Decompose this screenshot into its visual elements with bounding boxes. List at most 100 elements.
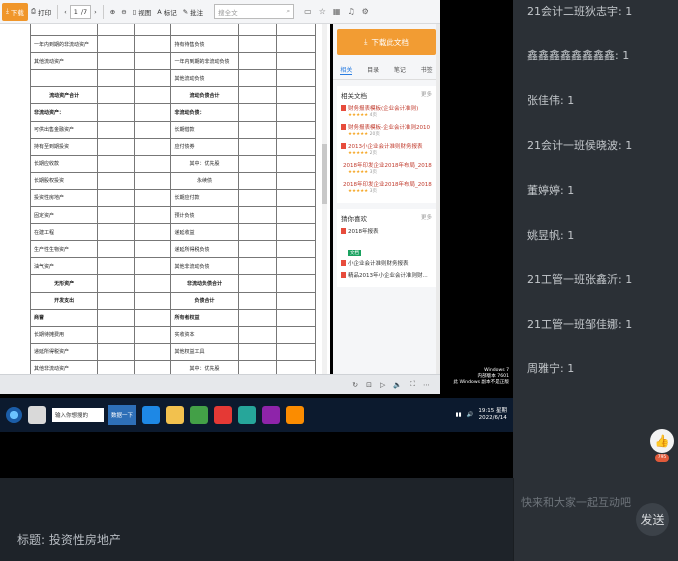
table-cell bbox=[97, 188, 135, 208]
table-cell bbox=[237, 137, 278, 156]
send-button[interactable]: 发送 bbox=[636, 503, 669, 536]
balance-sheet-table: 一年内到期的非流动资产 持有待售负债 其他流动资产 一年内到期的非流动负债 其他流动负债… bbox=[29, 24, 316, 374]
panel-title: 相关文档 bbox=[341, 92, 367, 100]
related-doc-item[interactable]: 2013小企业会计准则财务报表 ★★★★★ 2页 bbox=[341, 142, 432, 156]
zoom-out-icon[interactable]: ⊖ bbox=[118, 3, 129, 21]
annotate-button[interactable]: ✎ 批注 bbox=[180, 3, 206, 21]
zoom-in-icon[interactable]: ⊕ bbox=[107, 3, 118, 21]
mark-button[interactable]: A 标记 bbox=[154, 3, 179, 21]
page-count: 4页 bbox=[369, 113, 377, 118]
tab-bookmarks[interactable]: 书签 bbox=[421, 65, 433, 75]
tab-toc[interactable]: 目录 bbox=[367, 65, 379, 75]
doc-badge: 文档 bbox=[348, 250, 361, 256]
table-cell: 油气资产 bbox=[29, 257, 99, 276]
related-doc-item[interactable]: 财务报表模板-企业会计准则2010 ★★★★★ 20页 bbox=[341, 123, 432, 137]
table-row: 一年内到期的非流动资产 持有待售负债 bbox=[29, 35, 316, 54]
print-button[interactable]: ⎙ 打印 bbox=[28, 3, 54, 21]
chat-message: 21工管一班张鑫沂: 1 bbox=[527, 273, 633, 286]
related-doc-item[interactable]: 财务报表模板(企业会计准则) ★★★★★ 4页 bbox=[341, 104, 432, 118]
table-cell bbox=[276, 69, 316, 88]
tab-notes[interactable]: 笔记 bbox=[394, 65, 406, 75]
related-doc-item[interactable]: 2018年印发企业2018年布局_2018... ★★★★★ 3页 bbox=[341, 161, 432, 175]
taskbar-search[interactable]: 输入你想搜的 bbox=[52, 408, 104, 422]
divider bbox=[102, 4, 104, 19]
table-cell bbox=[133, 69, 172, 88]
more-link[interactable]: 更多 bbox=[421, 90, 432, 100]
table-cell bbox=[237, 69, 278, 88]
scroll-thumb[interactable] bbox=[322, 144, 327, 204]
table-cell bbox=[237, 240, 278, 259]
star-icon[interactable]: ☆ bbox=[319, 7, 326, 16]
taskbar-doc[interactable]: 数据一下 bbox=[108, 405, 137, 425]
table-cell bbox=[133, 35, 172, 54]
document-icon[interactable]: ▭ bbox=[304, 7, 312, 16]
grid-icon[interactable]: ▦ bbox=[333, 7, 341, 16]
printer-icon: ⎙ bbox=[30, 7, 37, 15]
page-input[interactable]: 1 /7 bbox=[69, 4, 92, 19]
table-cell: 长期借款 bbox=[170, 120, 239, 139]
app-icon[interactable] bbox=[28, 406, 46, 424]
table-cell: 非流动负债合计 bbox=[170, 274, 239, 293]
recommend-item[interactable]: 小企业会计准则财务报表 bbox=[341, 259, 432, 267]
download-button[interactable]: ⤓ 下载 bbox=[2, 2, 28, 21]
table-cell bbox=[97, 308, 135, 327]
start-button[interactable] bbox=[6, 407, 22, 423]
app-icon[interactable] bbox=[190, 406, 209, 424]
rating-stars-icon: ★★★★★ bbox=[348, 189, 369, 194]
related-doc-item[interactable]: 2018年印发企业2018年布局_2018... ★★★★★ 3页 bbox=[341, 180, 432, 194]
play-icon[interactable]: ▷ bbox=[380, 381, 385, 389]
table-cell bbox=[237, 171, 278, 190]
table-cell: 递延所得税负债 bbox=[170, 240, 239, 259]
table-cell bbox=[237, 206, 278, 225]
fullscreen-icon[interactable]: ⛶ bbox=[410, 380, 415, 389]
sidebar-scrollbar[interactable] bbox=[436, 24, 440, 374]
search-input[interactable]: 搜全文 ⌕ bbox=[214, 4, 295, 19]
network-icon[interactable]: ▮▮ bbox=[455, 412, 461, 418]
rotate-icon[interactable]: ↻ bbox=[352, 381, 358, 389]
table-cell bbox=[133, 240, 172, 259]
volume-icon[interactable]: 🔊 bbox=[467, 412, 474, 418]
table-row: 递延所得税资产 其他权益工具 bbox=[29, 342, 316, 361]
settings-icon[interactable]: ⚙ bbox=[362, 7, 369, 16]
bell-icon[interactable]: ♫ bbox=[347, 7, 354, 16]
next-page-icon[interactable]: › bbox=[91, 3, 100, 21]
recommend-item[interactable]: 2018年报表 bbox=[341, 227, 432, 235]
document-scrollbar[interactable] bbox=[322, 24, 327, 374]
more-icon[interactable]: ⋯ bbox=[423, 381, 430, 389]
table-row: 开发支出 负债合计 bbox=[29, 291, 316, 310]
like-button[interactable]: 👍 bbox=[650, 429, 674, 453]
table-cell bbox=[97, 35, 135, 54]
app-icon[interactable] bbox=[286, 406, 305, 424]
browser-icon[interactable] bbox=[262, 406, 281, 424]
chat-input[interactable]: 快来和大家一起互动吧 bbox=[521, 494, 631, 510]
table-cell bbox=[276, 86, 316, 105]
table-cell bbox=[133, 223, 172, 242]
table-cell bbox=[237, 342, 278, 361]
table-cell: 其中：优先股 bbox=[170, 154, 239, 173]
table-cell: 生产性生物资产 bbox=[29, 240, 99, 259]
table-row: 无形资产 非流动负债合计 bbox=[29, 274, 316, 293]
view-button[interactable]: ▯ 视图 bbox=[130, 3, 155, 21]
more-link[interactable]: 更多 bbox=[421, 213, 432, 223]
table-row: 长期应收款 其中：优先股 bbox=[29, 154, 316, 173]
prev-page-icon[interactable]: ‹ bbox=[61, 3, 70, 21]
wps-icon[interactable] bbox=[214, 406, 233, 424]
fit-icon[interactable]: ⊡ bbox=[366, 381, 372, 389]
recommend-item[interactable]: 精品2013年小企业会计准则财... bbox=[341, 271, 432, 279]
related-doc-title: 2018年印发企业2018年布局_2018... bbox=[343, 163, 432, 169]
page-count: 3页 bbox=[369, 189, 377, 194]
page-count: 20页 bbox=[369, 132, 380, 137]
download-doc-button[interactable]: ⤓ 下载此文档 bbox=[337, 29, 436, 55]
table-cell: 递延收益 bbox=[170, 223, 239, 242]
table-cell bbox=[276, 188, 316, 208]
ie-icon[interactable] bbox=[142, 406, 161, 424]
clock[interactable]: 19:15 星期 2022/6/14 bbox=[478, 408, 507, 422]
table-row: 其他流动资产 一年内到期的非流动负债 bbox=[29, 52, 316, 71]
folder-icon[interactable] bbox=[166, 406, 185, 424]
table-cell bbox=[170, 24, 239, 37]
wechat-icon[interactable] bbox=[238, 406, 257, 424]
table-cell: 持有至到期投资 bbox=[29, 137, 99, 156]
speaker-icon[interactable]: 🔈 bbox=[393, 381, 402, 389]
tab-related[interactable]: 相关 bbox=[340, 65, 353, 75]
search-icon[interactable]: ⌕ bbox=[287, 7, 291, 16]
